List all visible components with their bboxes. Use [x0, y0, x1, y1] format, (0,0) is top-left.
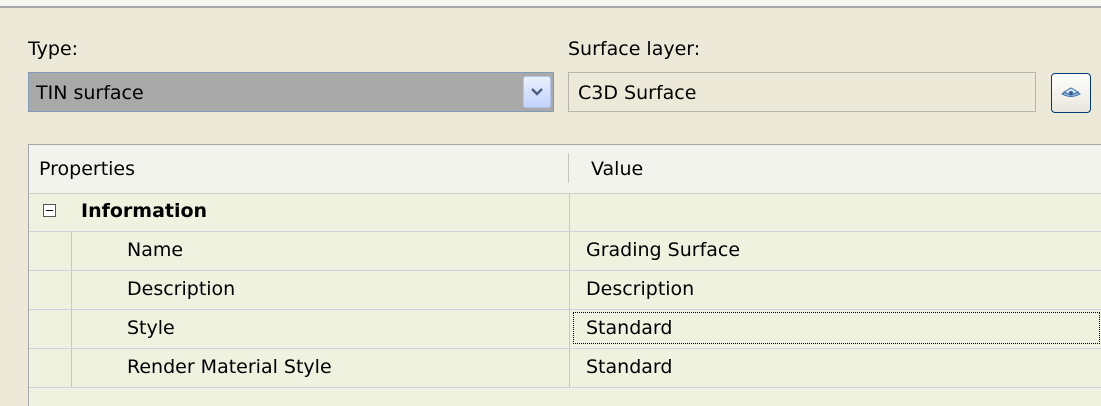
header-separator[interactable] — [568, 153, 569, 183]
type-label: Type: — [28, 38, 79, 60]
column-separator — [569, 193, 570, 231]
type-dropdown-value: TIN surface — [36, 82, 144, 104]
header-value[interactable]: Value — [591, 157, 643, 181]
property-grid: Properties Value Information Name Gradin… — [28, 144, 1101, 406]
category-row-information[interactable]: Information — [29, 193, 1101, 232]
property-grid-header: Properties Value — [29, 145, 1101, 194]
category-label: Information — [81, 200, 208, 222]
minus-box-icon[interactable] — [43, 204, 56, 217]
column-separator — [569, 349, 570, 387]
property-name: Description — [127, 278, 236, 300]
table-row[interactable]: Name Grading Surface — [29, 232, 1101, 271]
chevron-down-icon — [531, 88, 543, 96]
column-separator — [569, 232, 570, 270]
property-name: Style — [127, 317, 175, 339]
layer-icon — [1061, 87, 1081, 97]
property-value[interactable]: Description — [586, 277, 694, 301]
indent-separator — [71, 271, 72, 309]
table-row[interactable]: Description Description — [29, 271, 1101, 310]
surface-layer-field[interactable]: C3D Surface — [568, 72, 1036, 112]
property-value[interactable]: Standard — [586, 316, 672, 340]
property-name: Render Material Style — [127, 356, 332, 378]
property-value[interactable]: Standard — [586, 355, 672, 379]
surface-layer-value: C3D Surface — [578, 82, 697, 104]
property-value[interactable]: Grading Surface — [586, 238, 740, 262]
top-border — [0, 0, 1101, 8]
type-dropdown-button[interactable] — [523, 76, 551, 108]
type-dropdown[interactable]: TIN surface — [28, 72, 554, 112]
table-row[interactable]: Render Material Style Standard — [29, 349, 1101, 388]
column-separator — [569, 271, 570, 309]
table-row[interactable]: Style Standard — [29, 310, 1101, 349]
indent-separator — [71, 349, 72, 387]
surface-layer-label: Surface layer: — [568, 38, 701, 60]
indent-separator — [71, 232, 72, 270]
property-name: Name — [127, 239, 184, 261]
header-properties[interactable]: Properties — [39, 157, 135, 181]
layer-picker-button[interactable] — [1051, 73, 1091, 113]
indent-separator — [71, 310, 72, 348]
column-separator — [569, 310, 570, 348]
